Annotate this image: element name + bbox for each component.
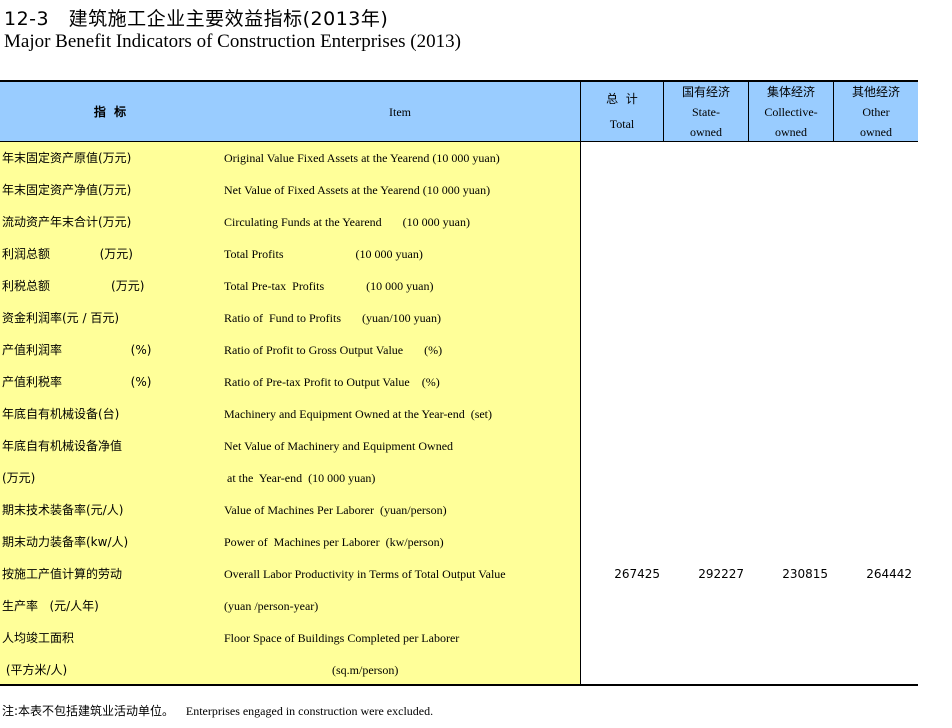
row-indicator-cn: 期末动力装备率(kw/人) [2,535,129,549]
table-title-cn: 12-3 建筑施工企业主要效益指标(2013年) [4,8,389,30]
row-item-en: (sq.m/person) [224,663,399,677]
header-indicator-cn: 指 标 [0,82,220,142]
header-collective-en1: Collective- [764,105,818,119]
header-other-en2: owned [860,125,892,139]
table-row: 利税总额 (万元) Total Pre-tax Profits (10 000 y… [0,270,918,302]
row-item-en: Overall Labor Productivity in Terms of T… [224,567,506,581]
table-row: 年末固定资产净值(万元) Net Value of Fixed Assets at… [0,174,918,206]
table-row: 产值利润率 (%) Ratio of Profit to Gross Output… [0,334,918,366]
header-indicator-label: 指 标 [93,105,127,119]
header-total: 总 计 Total [581,82,663,142]
row-value-state: 292227 [698,567,744,581]
header-divider [833,82,834,142]
table-row: 利润总额 (万元) Total Profits (10 000 yuan) [0,238,918,270]
row-item-en: Circulating Funds at the Yearend (10 000… [224,215,470,229]
row-item-en: Ratio of Fund to Profits (yuan/100 yuan) [224,311,441,325]
row-item-en: Ratio of Pre-tax Profit to Output Value … [224,375,440,389]
table-row: 按施工产值计算的劳动 Overall Labor Productivity in … [0,558,918,590]
row-indicator-cn: 产值利润率 (%) [2,343,152,357]
row-item-en: Original Value Fixed Assets at the Yeare… [224,151,500,165]
row-indicator-cn: (平方米/人) [2,663,68,677]
row-item-en: Power of Machines per Laborer (kw/person… [224,535,444,549]
row-value-total: 267425 [614,567,660,581]
table-row: 人均竣工面积 Floor Space of Buildings Completed… [0,622,918,654]
table-header: 指 标 Item 总 计 Total 国有经济 State- owned 集体经… [0,80,918,142]
header-total-cn: 总 计 [606,92,638,106]
row-item-en: (yuan /person-year) [224,599,319,613]
header-divider [580,82,581,142]
table-row: 年底自有机械设备(台) Machinery and Equipment Owned… [0,398,918,430]
header-other: 其他经济 Other owned [834,82,918,142]
table-bottom-rule [0,684,918,686]
table-footnote: 注:本表不包括建筑业活动单位。 Enterprises engaged in c… [2,702,433,719]
header-other-en1: Other [862,105,890,119]
header-item-en: Item [220,82,580,142]
row-indicator-cn: 年底自有机械设备净值 [2,439,123,453]
row-value-other: 264442 [866,567,912,581]
row-indicator-cn: 年末固定资产净值(万元) [2,183,132,197]
row-indicator-cn: 年末固定资产原值(万元) [2,151,132,165]
row-indicator-cn: 利税总额 (万元) [2,279,145,293]
table-title-en: Major Benefit Indicators of Construction… [4,31,461,52]
header-state-en1: State- [692,105,720,119]
row-item-en: Ratio of Profit to Gross Output Value (%… [224,343,443,357]
row-indicator-cn: 利润总额 (万元) [2,247,133,261]
table-row: 年底自有机械设备净值 Net Value of Machinery and Equ… [0,430,918,462]
row-item-en: Net Value of Fixed Assets at the Yearend… [224,183,491,197]
header-collective: 集体经济 Collective- owned [749,82,833,142]
table-row: 期末技术装备率(元/人) Value of Machines Per Labore… [0,494,918,526]
table-row: (万元) at the Year-end (10 000 yuan) [0,462,918,494]
table-row: 资金利润率(元 / 百元) Ratio of Fund to Profits (y… [0,302,918,334]
row-indicator-cn: 期末技术装备率(元/人) [2,503,124,517]
table-row: 年末固定资产原值(万元) Original Value Fixed Assets … [0,142,918,174]
footnote-en: Enterprises engaged in construction were… [185,704,434,718]
row-item-en: Machinery and Equipment Owned at the Yea… [224,407,493,421]
table-row: 产值利税率 (%) Ratio of Pre-tax Profit to Outp… [0,366,918,398]
row-item-en: Total Pre-tax Profits (10 000 yuan) [224,279,434,293]
row-indicator-cn: 产值利税率 (%) [2,375,152,389]
header-state-en2: owned [690,125,722,139]
header-state: 国有经济 State- owned [664,82,748,142]
table-row: 生产率 (元/人年) (yuan /person-year) [0,590,918,622]
row-item-en: Floor Space of Buildings Completed per L… [224,631,460,645]
header-state-cn: 国有经济 [681,85,730,99]
row-indicator-cn: 生产率 (元/人年) [2,599,99,613]
row-item-en: Net Value of Machinery and Equipment Own… [224,439,454,453]
row-item-en: at the Year-end (10 000 yuan) [224,471,376,485]
row-indicator-cn: 流动资产年末合计(万元) [2,215,132,229]
row-indicator-cn: 资金利润率(元 / 百元) [2,311,120,325]
row-value-collective: 230815 [782,567,828,581]
row-indicator-cn: 人均竣工面积 [2,631,75,645]
header-item-label: Item [389,105,411,119]
header-divider [663,82,664,142]
table-row: 流动资产年末合计(万元) Circulating Funds at the Yea… [0,206,918,238]
row-indicator-cn: 年底自有机械设备(台) [2,407,120,421]
header-total-en: Total [609,117,635,131]
footnote-cn: 注:本表不包括建筑业活动单位。 [2,704,175,718]
row-indicator-cn: 按施工产值计算的劳动 [2,567,123,581]
table-row: 期末动力装备率(kw/人) Power of Machines per Labor… [0,526,918,558]
header-collective-cn: 集体经济 [766,85,815,99]
header-divider [748,82,749,142]
row-indicator-cn: (万元) [2,471,36,485]
row-item-en: Value of Machines Per Laborer (yuan/pers… [224,503,447,517]
table-row: (平方米/人) (sq.m/person) [0,654,918,686]
header-other-cn: 其他经济 [851,85,900,99]
row-item-en: Total Profits (10 000 yuan) [224,247,423,261]
header-collective-en2: owned [775,125,807,139]
